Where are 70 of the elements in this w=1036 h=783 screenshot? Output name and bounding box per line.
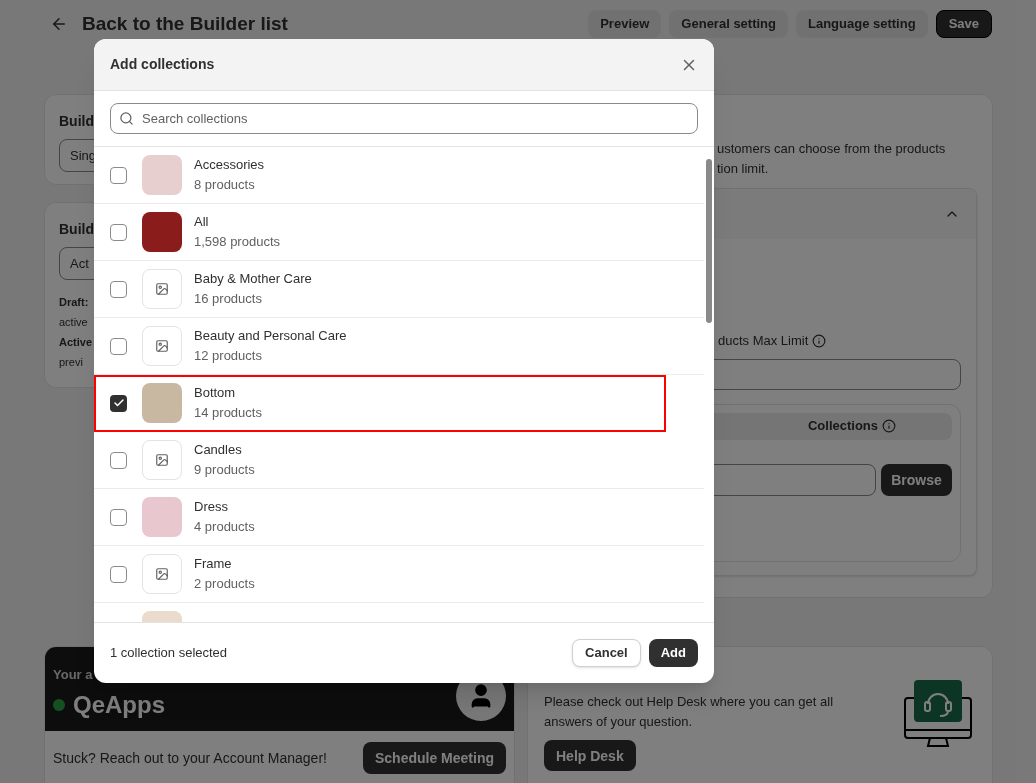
- help-text: Please check out Help Desk where you can get all answers of your question.: [544, 693, 835, 731]
- card-description: ustomers can choose from the products: [717, 140, 947, 158]
- collection-name: Candles: [194, 441, 243, 459]
- product-count: 1,598 products: [194, 233, 280, 251]
- status-description: Active: [59, 335, 93, 350]
- info-icon[interactable]: [882, 419, 897, 433]
- image-placeholder-icon: [142, 326, 182, 366]
- checkbox[interactable]: [110, 223, 127, 241]
- image-placeholder-icon: [142, 440, 182, 480]
- collection-name: Frame: [194, 555, 233, 573]
- checkbox[interactable]: [110, 508, 127, 526]
- collection-row[interactable]: Frame 2 products: [94, 546, 704, 603]
- checkbox[interactable]: [110, 337, 127, 355]
- status-description: previ: [59, 355, 83, 370]
- product-count: 12 products: [194, 347, 263, 365]
- checkbox[interactable]: [110, 394, 127, 412]
- collection-name: Accessories: [194, 156, 265, 174]
- search-field[interactable]: Search collections: [110, 103, 698, 134]
- collection-name: All: [194, 213, 210, 231]
- collection-row[interactable]: Bottom 14 products: [94, 375, 666, 432]
- cancel-button[interactable]: Cancel: [572, 639, 641, 667]
- checkbox[interactable]: [110, 166, 127, 184]
- checkbox[interactable]: [110, 565, 127, 583]
- collection-name: Dress: [194, 498, 229, 516]
- dialog-title: Add collections: [110, 55, 215, 74]
- header-button[interactable]: Language setting: [796, 10, 928, 38]
- header-button[interactable]: Save: [935, 10, 992, 38]
- card-description: tion limit.: [717, 160, 770, 178]
- collection-row[interactable]: Beauty and Personal Care 12 products: [94, 318, 704, 375]
- account-text: Stuck? Reach out to your Account Manager!: [53, 749, 327, 768]
- collection-name: Bottom: [194, 384, 237, 402]
- image-placeholder-icon: [142, 554, 182, 594]
- status-description: active: [59, 315, 88, 330]
- checkmark-icon: [112, 397, 125, 409]
- collection-name: Baby & Mother Care: [194, 270, 312, 288]
- info-icon[interactable]: [812, 333, 827, 348]
- header-button[interactable]: Preview: [588, 10, 662, 38]
- selection-count: 1 collection selected: [110, 644, 228, 663]
- help-desk-button[interactable]: Help Desk: [544, 740, 636, 771]
- account-name: QeApps: [73, 689, 165, 720]
- card-title: Build: [59, 112, 94, 131]
- add-button[interactable]: Add: [648, 639, 698, 667]
- schedule-meeting-button[interactable]: Schedule Meeting: [362, 742, 506, 774]
- header-button[interactable]: General setting: [669, 10, 788, 38]
- product-count: 4 products: [194, 518, 255, 536]
- product-count: 8 products: [194, 176, 256, 194]
- page-title: Back to the Builder list: [82, 13, 288, 35]
- product-count: 9 products: [194, 461, 255, 479]
- photo-placeholder: [142, 212, 182, 252]
- image-placeholder-icon: [142, 269, 182, 309]
- collection-row[interactable]: Accessories 8 products: [94, 147, 704, 204]
- collection-row[interactable]: Dress 4 products: [94, 489, 704, 546]
- photo-placeholder: [142, 383, 182, 423]
- collection-row[interactable]: Candles 9 products: [94, 432, 704, 489]
- photo-placeholder: [142, 155, 182, 195]
- product-count: 14 products: [194, 404, 262, 422]
- field-label: ducts Max Limit: [718, 332, 809, 350]
- status-description: Draft:: [59, 295, 89, 310]
- photo-placeholder: [142, 497, 182, 537]
- account-heading: Your a: [53, 666, 94, 684]
- search-icon: [119, 111, 134, 126]
- product-count: 16 products: [194, 290, 263, 308]
- collection-row[interactable]: Baby & Mother Care 16 products: [94, 261, 704, 318]
- browse-button[interactable]: Browse: [881, 463, 952, 496]
- checkbox[interactable]: [110, 451, 127, 469]
- card-title: Build: [59, 220, 94, 239]
- collection-row[interactable]: All 1,598 products: [94, 204, 704, 261]
- checkbox[interactable]: [110, 280, 127, 298]
- product-count: 2 products: [194, 575, 255, 593]
- collection-name: Beauty and Personal Care: [194, 327, 347, 345]
